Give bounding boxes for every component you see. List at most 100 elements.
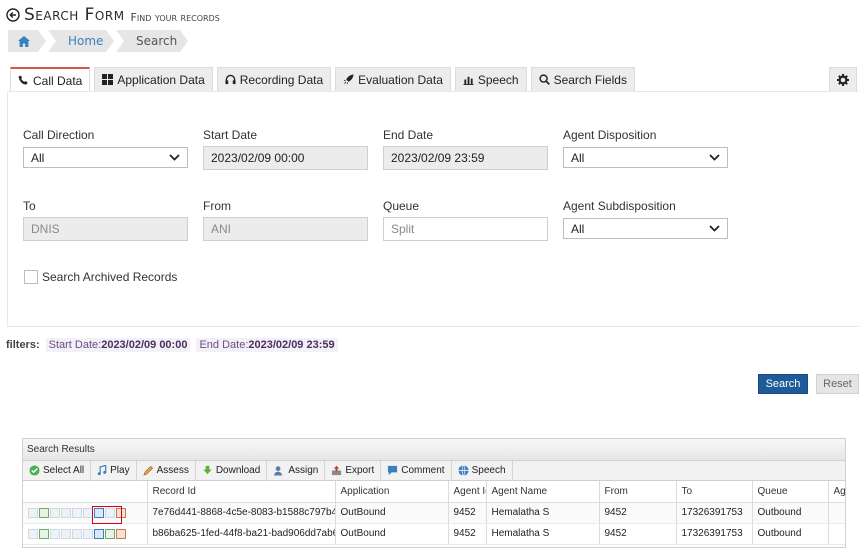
select-check-icon[interactable] (39, 528, 49, 539)
column-header-application[interactable]: Application (335, 481, 449, 503)
search-archived-label: Search Archived Records (42, 270, 178, 284)
results-table: Record Id Application Agent Id Agent Nam… (23, 481, 845, 545)
table-row[interactable]: 7e76d441-8868-4c5e-8083-b1588c797b4d Out… (23, 502, 845, 524)
to-input[interactable]: DNIS (23, 217, 188, 241)
row-actions (23, 502, 148, 524)
pin-icon[interactable] (61, 528, 71, 539)
end-date-input[interactable]: 2023/02/09 23:59 (383, 146, 548, 170)
agent-disposition-select[interactable]: All (563, 147, 728, 168)
tab-application-data[interactable]: Application Data (94, 67, 213, 91)
column-header-agent-id[interactable]: Agent Id (448, 481, 487, 503)
gear-icon (837, 73, 849, 86)
download-record-icon[interactable] (116, 528, 126, 539)
phone-icon (18, 75, 28, 85)
note-icon[interactable] (72, 528, 82, 539)
cell-agent-more (828, 523, 845, 545)
back-arrow-icon[interactable] (6, 8, 20, 22)
cell-agent-id: 9452 (448, 523, 487, 545)
pin-icon[interactable] (61, 507, 71, 518)
lock-icon[interactable] (83, 528, 93, 539)
select-check-icon[interactable] (39, 507, 49, 518)
home-icon (18, 36, 30, 47)
start-date-input[interactable]: 2023/02/09 00:00 (203, 146, 368, 170)
search-results-title: Search Results (23, 439, 845, 461)
cell-record-id[interactable]: 7e76d441-8868-4c5e-8083-b1588c797b4d (147, 502, 336, 524)
search-button[interactable]: Search (758, 374, 808, 394)
breadcrumb-home-icon-link[interactable] (8, 30, 46, 52)
cell-application: OutBound (335, 502, 449, 524)
column-header-agent-more[interactable]: Ag (828, 481, 845, 503)
select-all-button[interactable]: Select All (23, 460, 92, 481)
assign-button[interactable]: Assign (267, 460, 326, 481)
search-results-panel: Search Results Select All Play Assess Do… (22, 438, 846, 548)
cell-agent-name: Hemalatha S (486, 502, 600, 524)
chevron-down-icon (169, 154, 180, 161)
grid-icon (102, 74, 114, 85)
music-note-icon (97, 465, 107, 476)
cell-to: 17326391753 (676, 502, 753, 524)
cell-agent-id: 9452 (448, 502, 487, 524)
flag-icon[interactable] (28, 528, 38, 539)
check-circle-icon (29, 465, 40, 476)
agent-subdisposition-select[interactable]: All (563, 218, 728, 239)
breadcrumb-home[interactable]: Home (48, 30, 114, 52)
end-date-label: End Date (383, 128, 434, 142)
filter-chip-start-date[interactable]: Start Date:2023/02/09 00:00 (45, 338, 191, 352)
cell-queue: Outbound (752, 502, 829, 524)
cell-from: 9452 (599, 523, 677, 545)
person-icon[interactable] (50, 507, 60, 518)
comment-icon (388, 465, 398, 476)
assess-button[interactable]: Assess (137, 460, 196, 481)
column-header-queue[interactable]: Queue (752, 481, 829, 503)
results-toolbar: Select All Play Assess Download Assign E… (23, 460, 845, 481)
breadcrumb-current: Search (116, 30, 188, 52)
tab-recording-data[interactable]: Recording Data (216, 67, 332, 91)
tab-call-data[interactable]: Call Data (10, 67, 91, 92)
rocket-icon (343, 74, 354, 85)
tab-speech[interactable]: Speech (454, 67, 527, 91)
note-icon[interactable] (72, 507, 82, 518)
expand-icon[interactable] (105, 528, 115, 539)
play-button[interactable]: Play (91, 460, 137, 481)
tab-search-fields[interactable]: Search Fields (530, 67, 635, 91)
reset-button[interactable]: Reset (816, 374, 859, 394)
table-row[interactable]: b86ba625-1fed-44f8-ba21-bad906dd7ab6 Out… (23, 523, 845, 545)
breadcrumb: Home Search (8, 30, 190, 52)
globe-icon (458, 465, 469, 476)
download-button[interactable]: Download (196, 460, 268, 481)
column-header-actions (23, 481, 148, 503)
cell-to: 17326391753 (676, 523, 753, 545)
flag-icon[interactable] (28, 507, 38, 518)
comment-button[interactable]: Comment (381, 460, 452, 481)
column-header-record-id[interactable]: Record Id (147, 481, 336, 503)
cell-record-id[interactable]: b86ba625-1fed-44f8-ba21-bad906dd7ab6 (147, 523, 336, 545)
person-icon[interactable] (50, 528, 60, 539)
tab-bar: Call Data Application Data Recording Dat… (10, 67, 639, 92)
headphones-icon (225, 74, 236, 85)
export-icon (332, 465, 342, 476)
settings-button[interactable] (829, 67, 857, 92)
column-header-to[interactable]: To (676, 481, 753, 503)
search-archived-checkbox[interactable] (24, 270, 38, 284)
pencil-icon (143, 465, 153, 476)
chevron-down-icon (709, 225, 720, 232)
export-button[interactable]: Export (325, 460, 382, 481)
queue-label: Queue (383, 199, 420, 213)
cell-queue: Outbound (752, 523, 829, 545)
chevron-down-icon (709, 154, 720, 161)
filter-chip-end-date[interactable]: End Date:2023/02/09 23:59 (196, 338, 338, 352)
tab-evaluation-data[interactable]: Evaluation Data (335, 67, 451, 91)
column-header-agent-name[interactable]: Agent Name (486, 481, 600, 503)
call-direction-select[interactable]: All (23, 147, 188, 168)
user-icon (274, 466, 283, 476)
queue-input[interactable]: Split (383, 217, 548, 241)
column-header-from[interactable]: From (599, 481, 677, 503)
cell-from: 9452 (599, 502, 677, 524)
speech-button[interactable]: Speech (452, 460, 513, 481)
from-label: From (203, 199, 231, 213)
from-input[interactable]: ANI (203, 217, 368, 241)
music-note-icon[interactable] (94, 528, 104, 539)
agent-subdisposition-label: Agent Subdisposition (563, 199, 676, 213)
search-icon (538, 74, 550, 85)
to-label: To (23, 199, 36, 213)
